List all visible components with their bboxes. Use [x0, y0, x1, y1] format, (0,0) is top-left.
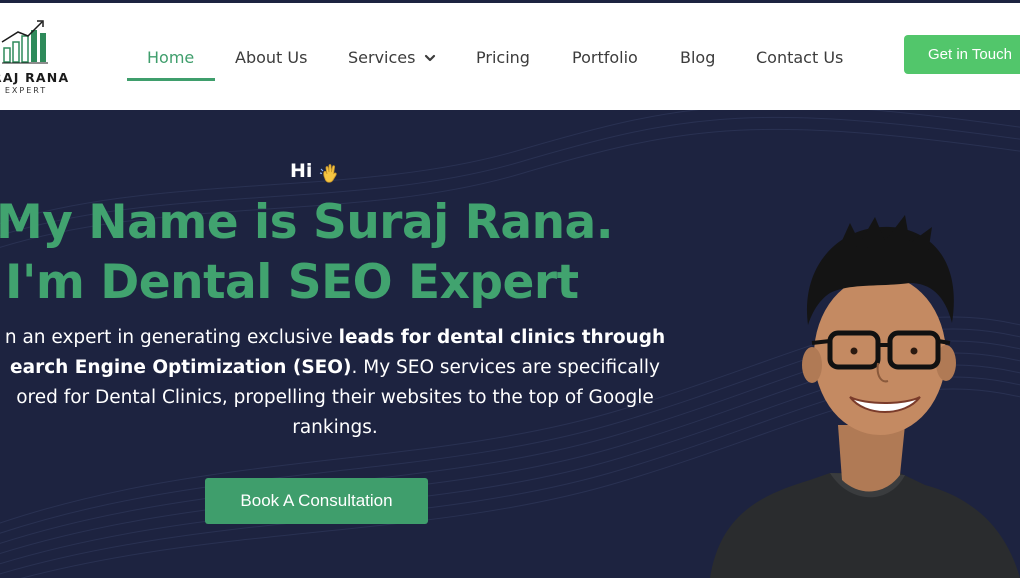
chevron-down-icon[interactable]	[423, 51, 437, 65]
waving-hand-icon	[319, 164, 337, 183]
desc-text-1: n an expert in generating exclusive	[4, 327, 339, 348]
profile-photo	[710, 215, 1020, 578]
nav-item-blog[interactable]: Blog	[680, 46, 715, 70]
nav-item-about-us[interactable]: About Us	[235, 46, 307, 70]
hero-headline-line1: My Name is Suraj Rana.	[0, 195, 614, 250]
nav-item-services[interactable]: Services	[348, 46, 415, 70]
nav-item-home[interactable]: Home	[147, 46, 194, 70]
hero-headline-line2: I'm Dental SEO Expert	[5, 255, 579, 310]
site-header: RAJ RANA O EXPERT Home About Us Services…	[0, 3, 1020, 110]
nav-item-contact-us[interactable]: Contact Us	[756, 46, 843, 70]
get-in-touch-button[interactable]: Get in Touch	[904, 35, 1020, 74]
desc-bold-1: leads for dental clinics through	[338, 327, 666, 348]
desc-text-3: ored for Dental Clinics, propelling thei…	[16, 387, 654, 408]
hero-section: Hi My Name is Suraj Rana. I'm Dental SEO…	[0, 110, 1020, 578]
hero-description: n an expert in generating exclusive lead…	[0, 323, 705, 443]
book-consultation-button[interactable]: Book A Consultation	[205, 478, 428, 524]
hero-greeting: Hi	[290, 160, 313, 182]
desc-text-4: rankings.	[292, 417, 378, 438]
nav-item-pricing[interactable]: Pricing	[476, 46, 530, 70]
main-nav: Home About Us Services Pricing Portfolio…	[0, 3, 1020, 110]
nav-active-underline	[127, 78, 215, 81]
nav-item-portfolio[interactable]: Portfolio	[572, 46, 638, 70]
desc-bold-2: earch Engine Optimization (SEO)	[10, 357, 352, 378]
desc-text-2: . My SEO services are specifically	[351, 357, 660, 378]
